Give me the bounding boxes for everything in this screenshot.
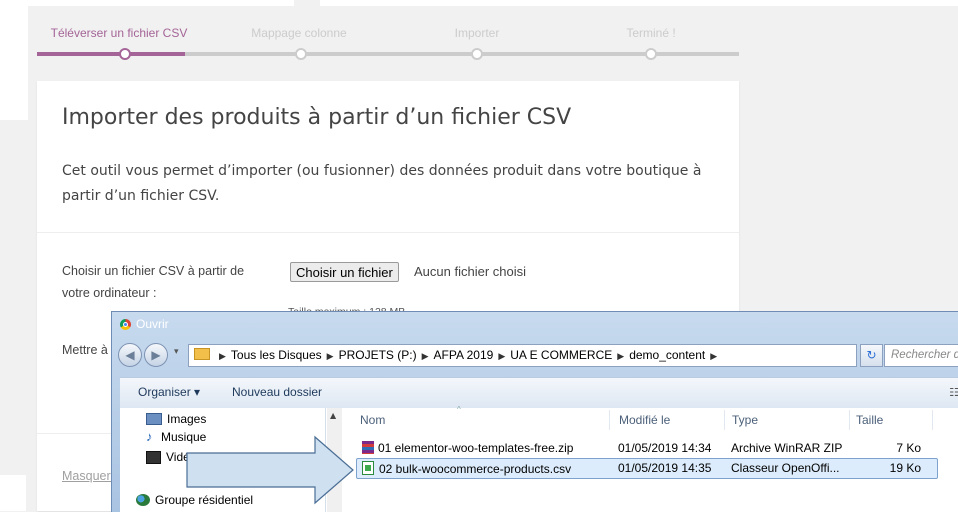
file-modified: 01/05/2019 14:35 — [618, 461, 712, 475]
winrar-archive-icon — [362, 441, 374, 454]
file-row[interactable]: 01 elementor-woo-templates-free.zip 01/0… — [356, 439, 936, 458]
breadcrumb-item[interactable]: UA E COMMERCE — [510, 348, 612, 362]
forward-arrow-icon[interactable]: ▶ — [144, 343, 168, 367]
column-separator[interactable] — [849, 410, 850, 430]
dialog-titlebar[interactable]: Ouvrir — [120, 316, 169, 332]
column-type[interactable]: Type — [732, 413, 758, 427]
step-import-label: Importer — [454, 26, 500, 40]
step-mapping-dot — [295, 48, 307, 60]
file-name-cell: 01 elementor-woo-templates-free.zip — [362, 441, 573, 455]
choose-file-button[interactable]: Choisir un fichier — [290, 262, 399, 282]
navigation-bar: ◀ ▶ ▾ ▶ Tous les Disques ▶ PROJETS (P:) ▶ AFP… — [118, 341, 958, 371]
step-upload-label: Téléverser un fichier CSV — [50, 26, 188, 40]
import-steps: Téléverser un fichier CSV Mappage colonn… — [37, 25, 739, 65]
back-arrow-icon[interactable]: ◀ — [118, 343, 142, 367]
breadcrumb-item[interactable]: demo_content — [629, 348, 705, 362]
column-separator[interactable] — [932, 410, 933, 430]
file-size: 7 Ko — [896, 441, 921, 455]
dialog-title: Ouvrir — [136, 317, 169, 331]
file-name: 01 elementor-woo-templates-free.zip — [378, 441, 574, 455]
spreadsheet-icon — [362, 461, 374, 475]
folder-icon — [194, 348, 210, 360]
column-name[interactable]: Nom — [360, 413, 385, 427]
images-folder-icon — [146, 413, 162, 425]
breadcrumb-item[interactable]: PROJETS (P:) — [339, 348, 417, 362]
organize-menu[interactable]: Organiser ▾ — [138, 385, 200, 399]
file-type: Archive WinRAR ZIP — [731, 441, 843, 455]
new-folder-button[interactable]: Nouveau dossier — [232, 385, 322, 399]
page-description: Cet outil vous permet d’importer (ou fus… — [62, 163, 702, 204]
video-icon — [146, 450, 161, 464]
file-row-selected[interactable]: 02 bulk-woocommerce-products.csv 01/05/2… — [356, 458, 938, 479]
left-panel — [0, 6, 28, 120]
file-size: 19 Ko — [889, 461, 921, 475]
file-name-cell: 02 bulk-woocommerce-products.csv — [362, 461, 571, 476]
step-import-dot — [471, 48, 483, 60]
step-upload-dot — [119, 48, 131, 60]
file-modified: 01/05/2019 14:34 — [618, 441, 712, 455]
tree-item-images[interactable]: Images — [146, 412, 206, 426]
step-done-dot — [645, 48, 657, 60]
top-background-right — [320, 0, 958, 6]
column-separator[interactable] — [724, 410, 725, 430]
step-mapping-label: Mappage colonne — [251, 26, 347, 40]
divider — [37, 232, 739, 233]
scroll-up-icon[interactable]: ▲ — [330, 411, 336, 420]
left-panel-lower — [0, 475, 26, 511]
file-list-header: ^ Nom Modifié le Type Taille — [343, 405, 958, 432]
refresh-icon[interactable]: ↻ — [860, 344, 883, 367]
breadcrumb-item[interactable]: AFPA 2019 — [434, 348, 494, 362]
annotation-arrow-icon — [186, 435, 354, 505]
chrome-icon — [120, 318, 131, 330]
file-name: 02 bulk-woocommerce-products.csv — [379, 462, 572, 476]
homegroup-icon — [136, 494, 150, 506]
column-size[interactable]: Taille — [856, 413, 883, 427]
address-bar[interactable]: ▶ Tous les Disques ▶ PROJETS (P:) ▶ AFPA 2019… — [188, 344, 857, 367]
music-icon: ♪ — [146, 429, 153, 444]
dialog-toolbar: Organiser ▾ Nouveau dossier ☷ — [120, 377, 958, 408]
sort-caret-icon: ^ — [457, 405, 461, 414]
top-background — [0, 0, 294, 6]
file-type: Classeur OpenOffi... — [731, 461, 840, 475]
page-title: Importer des produits à partir d’un fich… — [62, 105, 572, 130]
step-done-label: Terminé ! — [626, 26, 676, 40]
search-input[interactable]: Rechercher dans — [884, 344, 958, 367]
steps-track-progress — [37, 52, 185, 56]
breadcrumb-item[interactable]: Tous les Disques — [231, 348, 322, 362]
no-file-chosen-text: Aucun fichier choisi — [414, 264, 526, 279]
recent-locations-dropdown-icon[interactable]: ▾ — [174, 347, 179, 357]
file-field-label: Choisir un fichier CSV à partir de votre… — [62, 264, 245, 300]
column-separator[interactable] — [609, 410, 610, 430]
column-modified[interactable]: Modifié le — [619, 413, 670, 427]
tree-item-label: Images — [167, 412, 207, 426]
hide-advanced-options-link[interactable]: Masquer les options avancées — [62, 469, 114, 483]
view-options-icon[interactable]: ☷ — [949, 386, 958, 399]
